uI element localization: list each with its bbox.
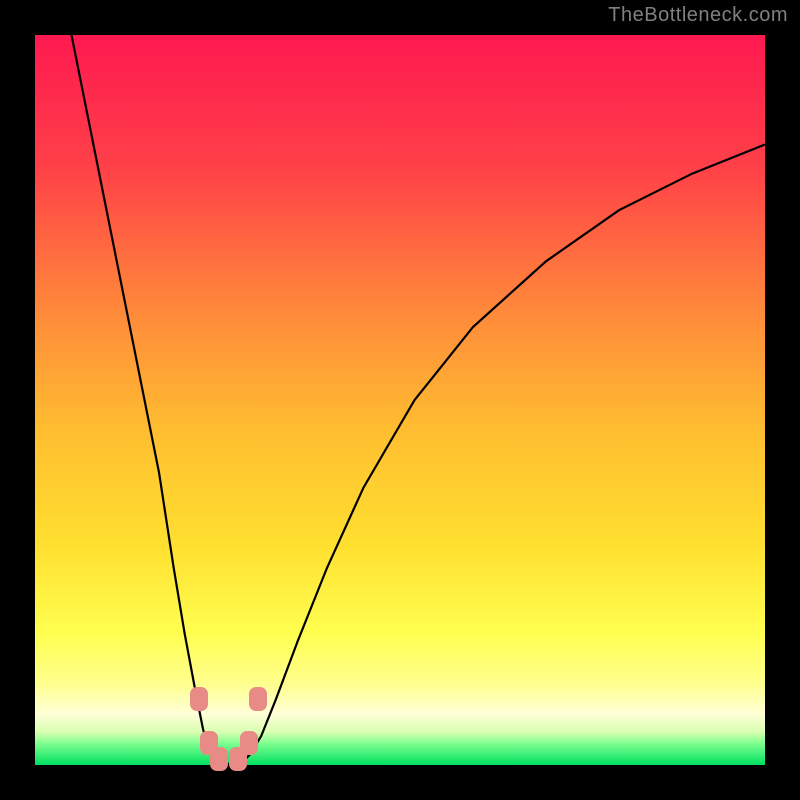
curve-marker bbox=[249, 687, 267, 711]
curve-marker bbox=[190, 687, 208, 711]
chart-plot-area bbox=[35, 35, 765, 765]
curve-marker bbox=[210, 747, 228, 771]
watermark-text: TheBottleneck.com bbox=[608, 4, 788, 27]
curve-marker bbox=[240, 731, 258, 755]
bottleneck-curve bbox=[35, 35, 765, 765]
